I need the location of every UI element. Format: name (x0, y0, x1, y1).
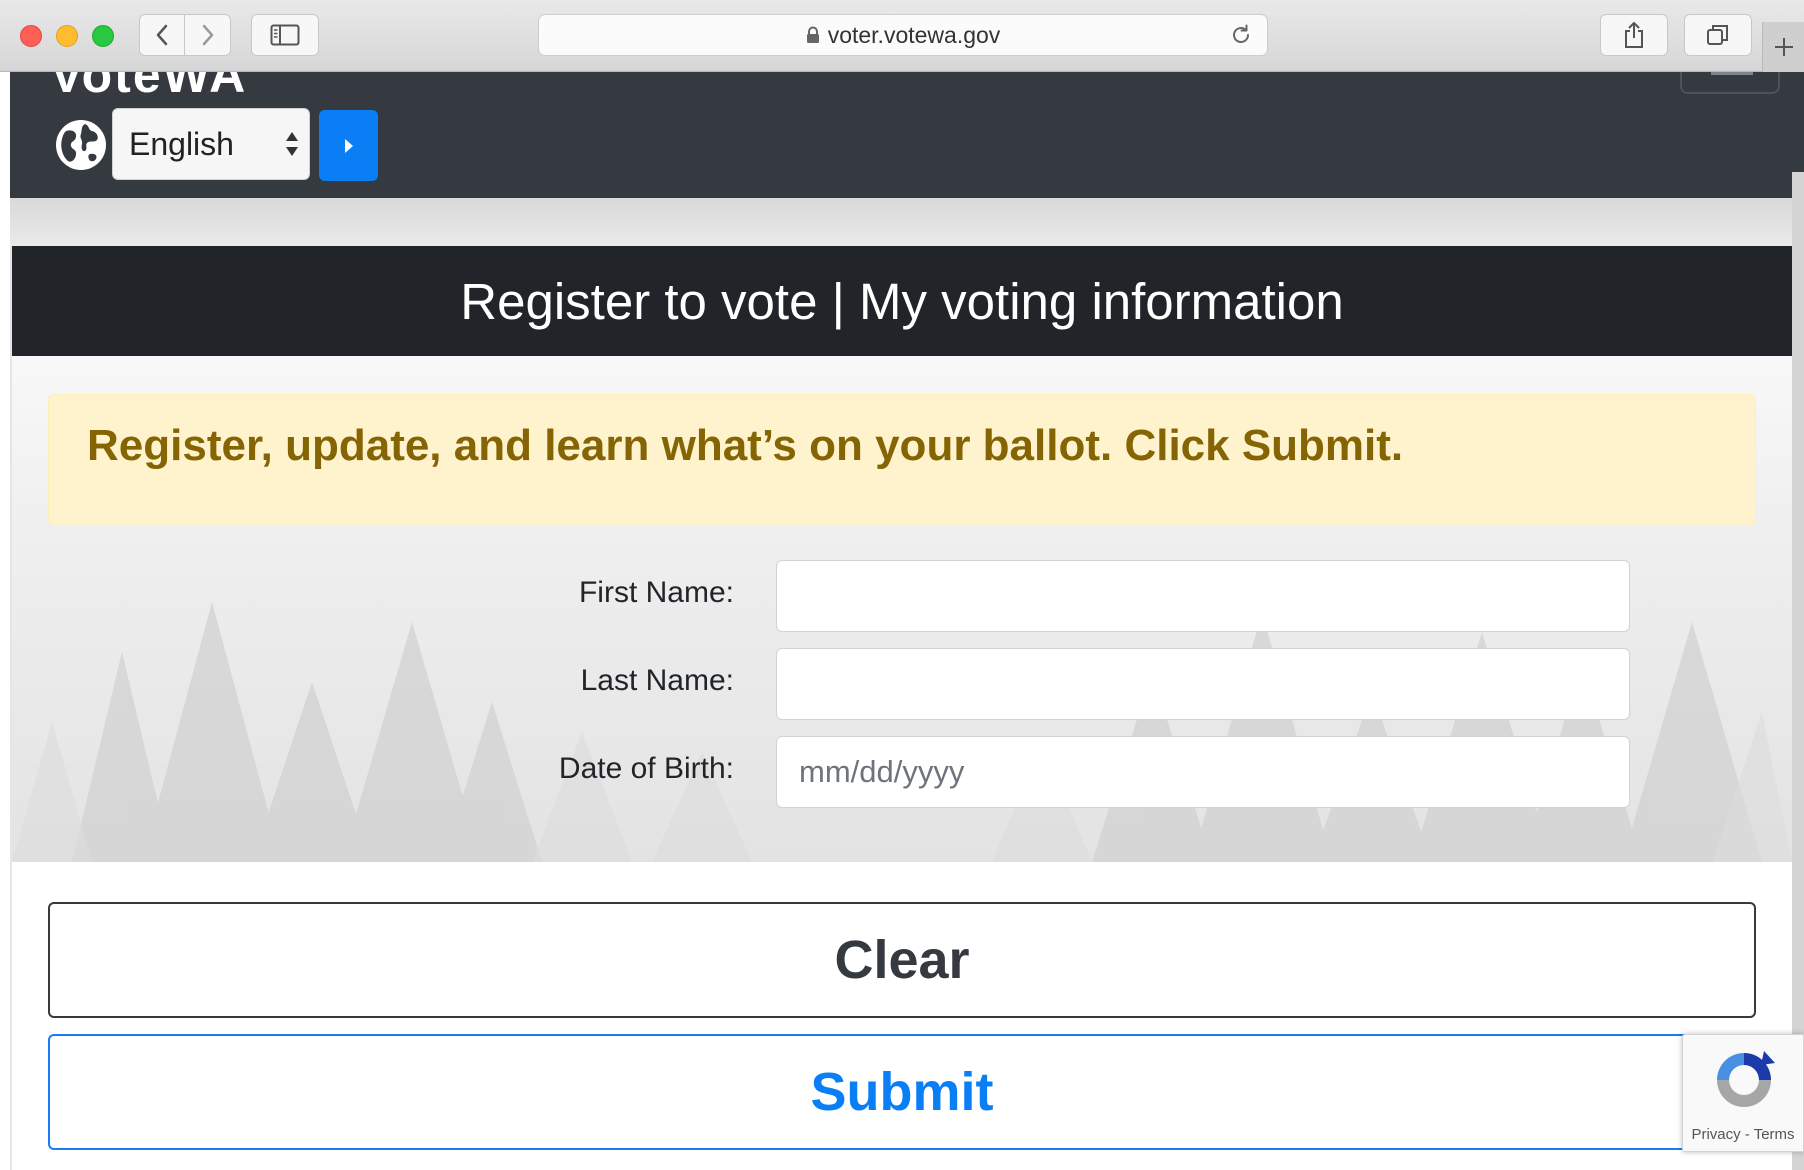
privacy-link[interactable]: Privacy (1691, 1126, 1740, 1143)
share-icon (1625, 22, 1643, 48)
date-of-birth-label: Date of Birth: (558, 752, 734, 785)
site-header: VoteWA English (10, 72, 1804, 198)
info-alert: Register, update, and learn what’s on yo… (48, 394, 1756, 526)
language-go-button[interactable] (319, 110, 378, 181)
recaptcha-badge[interactable]: Privacy - Terms (1682, 1034, 1804, 1152)
submit-button[interactable]: Submit (48, 1034, 1756, 1150)
select-arrows-icon (286, 132, 298, 156)
sidebar-toggle-button[interactable] (251, 14, 319, 56)
registration-card: Register to vote | My voting information (12, 246, 1792, 1170)
web-page: VoteWA English Register to vote | My vot… (10, 72, 1804, 1170)
last-name-input[interactable] (776, 648, 1630, 720)
clear-button[interactable]: Clear (48, 902, 1756, 1018)
link-separator: - (1744, 1126, 1750, 1143)
close-window-button[interactable] (20, 25, 42, 47)
url-text: voter.votewa.gov (827, 21, 1001, 48)
recaptcha-links: Privacy - Terms (1683, 1126, 1803, 1143)
show-tabs-button[interactable] (1684, 14, 1752, 56)
browser-toolbar: voter.votewa.gov (0, 0, 1804, 72)
date-of-birth-input[interactable] (776, 736, 1630, 808)
recaptcha-icon (1717, 1051, 1775, 1107)
last-name-label: Last Name: (580, 664, 734, 697)
globe-icon (56, 120, 106, 170)
page-scrollbar[interactable] (1792, 172, 1804, 1170)
chevron-right-icon (202, 24, 213, 46)
menu-toggle-button[interactable] (1680, 72, 1780, 94)
card-title: Register to vote | My voting information (12, 246, 1792, 356)
back-button[interactable] (139, 14, 185, 56)
new-tab-button[interactable] (1762, 22, 1804, 72)
plus-icon (1774, 38, 1793, 56)
date-of-birth-row: Date of Birth: (12, 736, 1792, 808)
minimize-window-button[interactable] (56, 25, 78, 47)
first-name-input[interactable] (776, 560, 1630, 632)
language-select[interactable]: English (112, 108, 310, 180)
zoom-window-button[interactable] (92, 25, 114, 47)
reload-icon[interactable] (1229, 23, 1253, 53)
caret-right-icon (344, 138, 353, 153)
first-name-row: First Name: (12, 560, 1792, 632)
first-name-label: First Name: (578, 576, 734, 609)
terms-link[interactable]: Terms (1754, 1126, 1795, 1143)
language-selected-value: English (129, 125, 234, 162)
share-button[interactable] (1600, 14, 1668, 56)
tabs-icon (1707, 25, 1728, 45)
forward-button[interactable] (185, 14, 231, 56)
last-name-row: Last Name: (12, 648, 1792, 720)
page-background-band (10, 198, 1804, 246)
sidebar-icon (270, 24, 300, 46)
site-logo[interactable]: VoteWA (50, 72, 247, 100)
address-bar[interactable]: voter.votewa.gov (538, 14, 1268, 56)
chevron-left-icon (156, 24, 168, 46)
lock-icon (806, 26, 820, 44)
lookup-form: Register, update, and learn what’s on yo… (12, 356, 1792, 862)
